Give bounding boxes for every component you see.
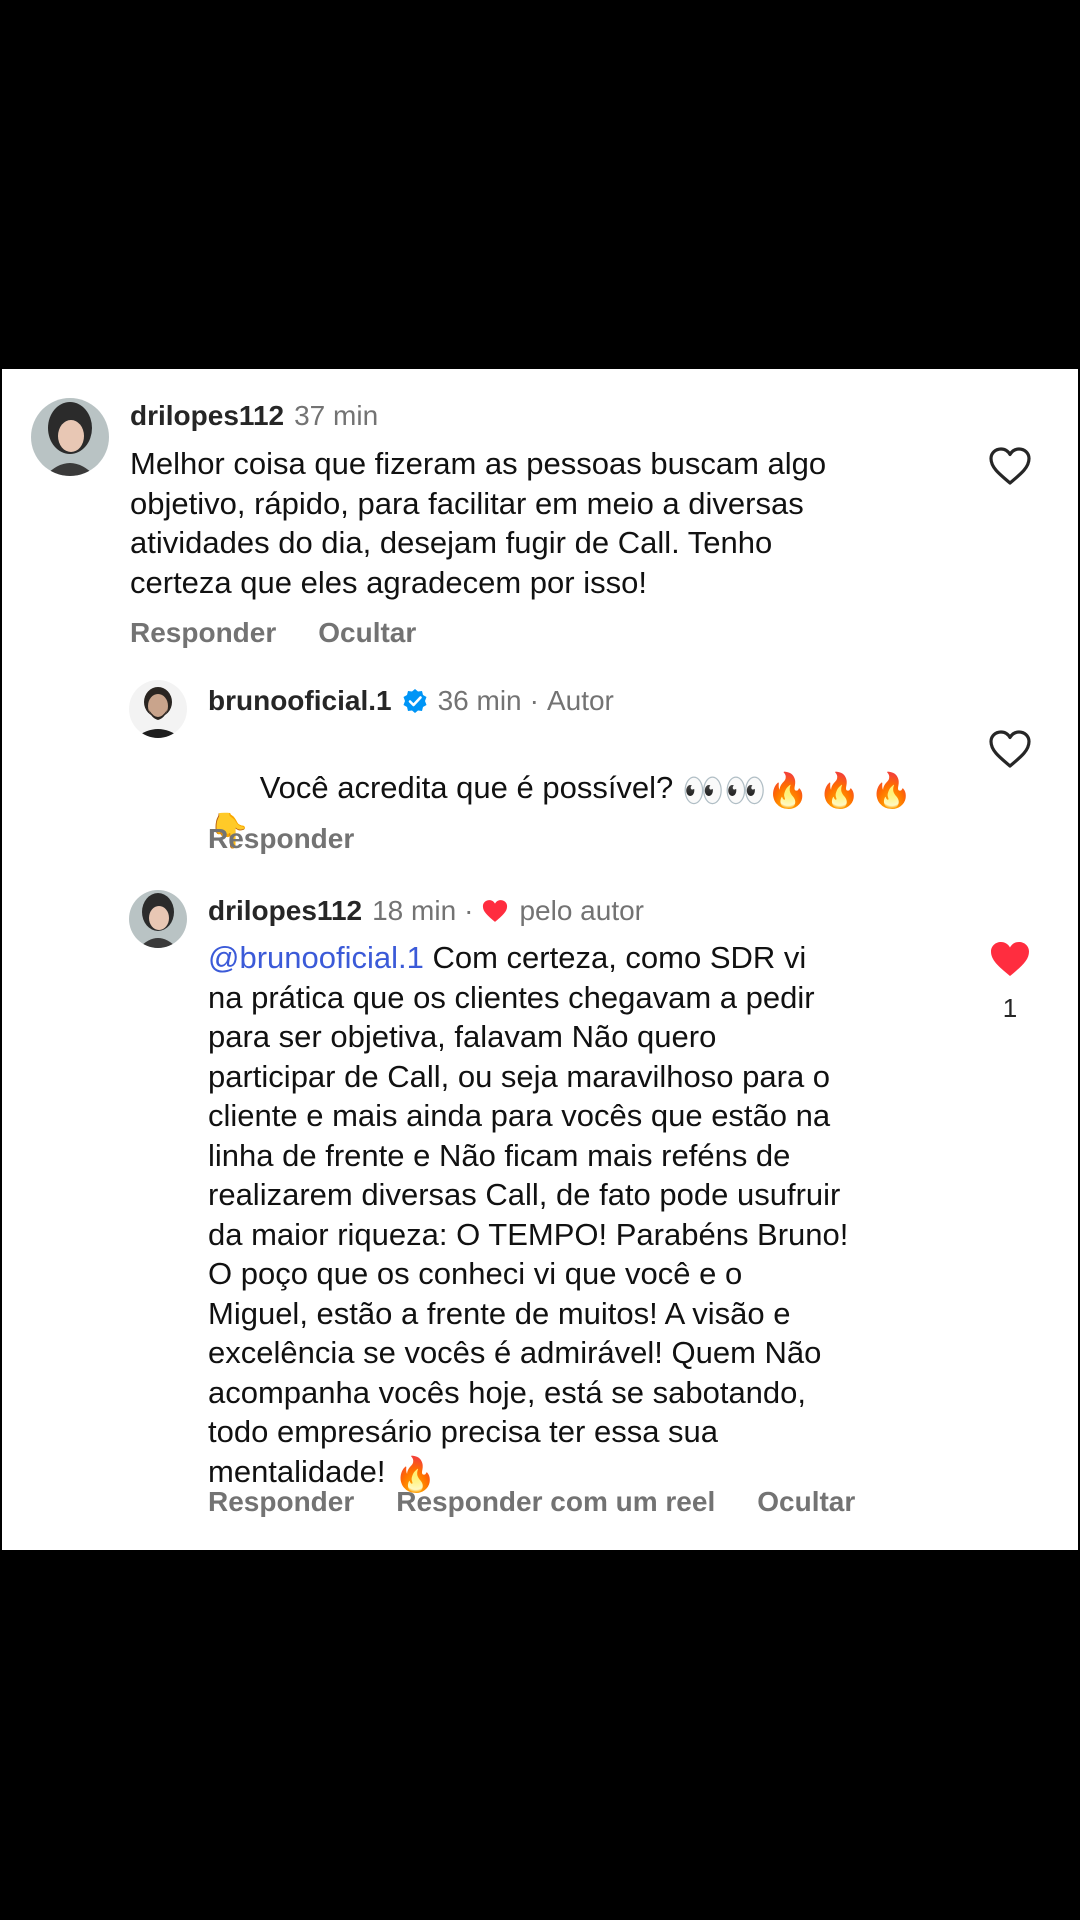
heart-outline-icon: [989, 447, 1031, 485]
heart-outline-icon: [989, 730, 1031, 768]
comment-meta: drilopes112 18 min · pelo autor: [208, 894, 644, 928]
heart-filled-icon: [483, 900, 508, 922]
verified-badge-icon: [403, 689, 427, 713]
username[interactable]: drilopes112: [130, 399, 284, 433]
reply-button[interactable]: Responder: [208, 1485, 354, 1519]
comment-body: Com certeza, como SDR vi na prática que …: [208, 940, 849, 1489]
heart-filled-icon: [991, 942, 1029, 976]
like-count: 1: [1002, 993, 1018, 1023]
comment-text: Você acredita que é possível? 👀👀🔥 🔥 🔥 👇: [208, 728, 968, 887]
comment-drilopes112-1: drilopes112 37 min Melhor coisa que fize…: [2, 369, 1078, 648]
comment-text-line: Você acredita que é possível?: [259, 769, 674, 805]
separator-dot: ·: [529, 685, 539, 716]
comment-actions: Responder Ocultar: [130, 616, 458, 650]
timestamp: 36 min: [437, 685, 522, 716]
comments-panel: drilopes112 37 min Melhor coisa que fize…: [2, 369, 1078, 1550]
author-badge: Autor: [546, 685, 614, 716]
liked-by-author-label: pelo autor: [519, 895, 645, 926]
comment-text: Melhor coisa que fizeram as pessoas busc…: [130, 446, 827, 600]
comment-text: @brunooficial.1 Com certeza, como SDR vi…: [208, 938, 988, 1492]
hide-button[interactable]: Ocultar: [757, 1485, 855, 1519]
avatar[interactable]: [129, 890, 187, 948]
reply-with-reel-button[interactable]: Responder com um reel: [396, 1485, 715, 1519]
timestamp: 18 min: [372, 895, 457, 926]
like-button[interactable]: [988, 729, 1032, 769]
username[interactable]: brunooficial.1: [208, 684, 392, 718]
comment-drilopes112-reply: drilopes112 18 min · pelo autor @brunoof…: [2, 879, 1078, 1549]
avatar[interactable]: [129, 680, 187, 738]
username[interactable]: drilopes112: [208, 894, 362, 928]
comment-meta: drilopes112 37 min: [130, 399, 378, 433]
like-button[interactable]: [988, 939, 1032, 979]
avatar[interactable]: [31, 398, 109, 476]
mention-link[interactable]: @brunooficial.1: [208, 940, 424, 975]
reply-button[interactable]: Responder: [208, 822, 354, 856]
timestamp: 37 min: [294, 400, 379, 431]
separator-dot: ·: [464, 895, 474, 926]
comment-meta: brunooficial.1 36 min · Autor: [208, 684, 614, 718]
comment-actions: Responder Responder com um reel Ocultar: [208, 1485, 897, 1519]
reply-button[interactable]: Responder: [130, 616, 276, 650]
like-button[interactable]: [988, 446, 1032, 486]
comment-brunooficial-reply: brunooficial.1 36 min · Autor Você acred…: [2, 669, 1078, 854]
hide-button[interactable]: Ocultar: [318, 616, 416, 650]
emoji-sequence: 👀👀🔥 🔥 🔥: [681, 771, 913, 810]
comment-actions: Responder: [208, 822, 396, 856]
